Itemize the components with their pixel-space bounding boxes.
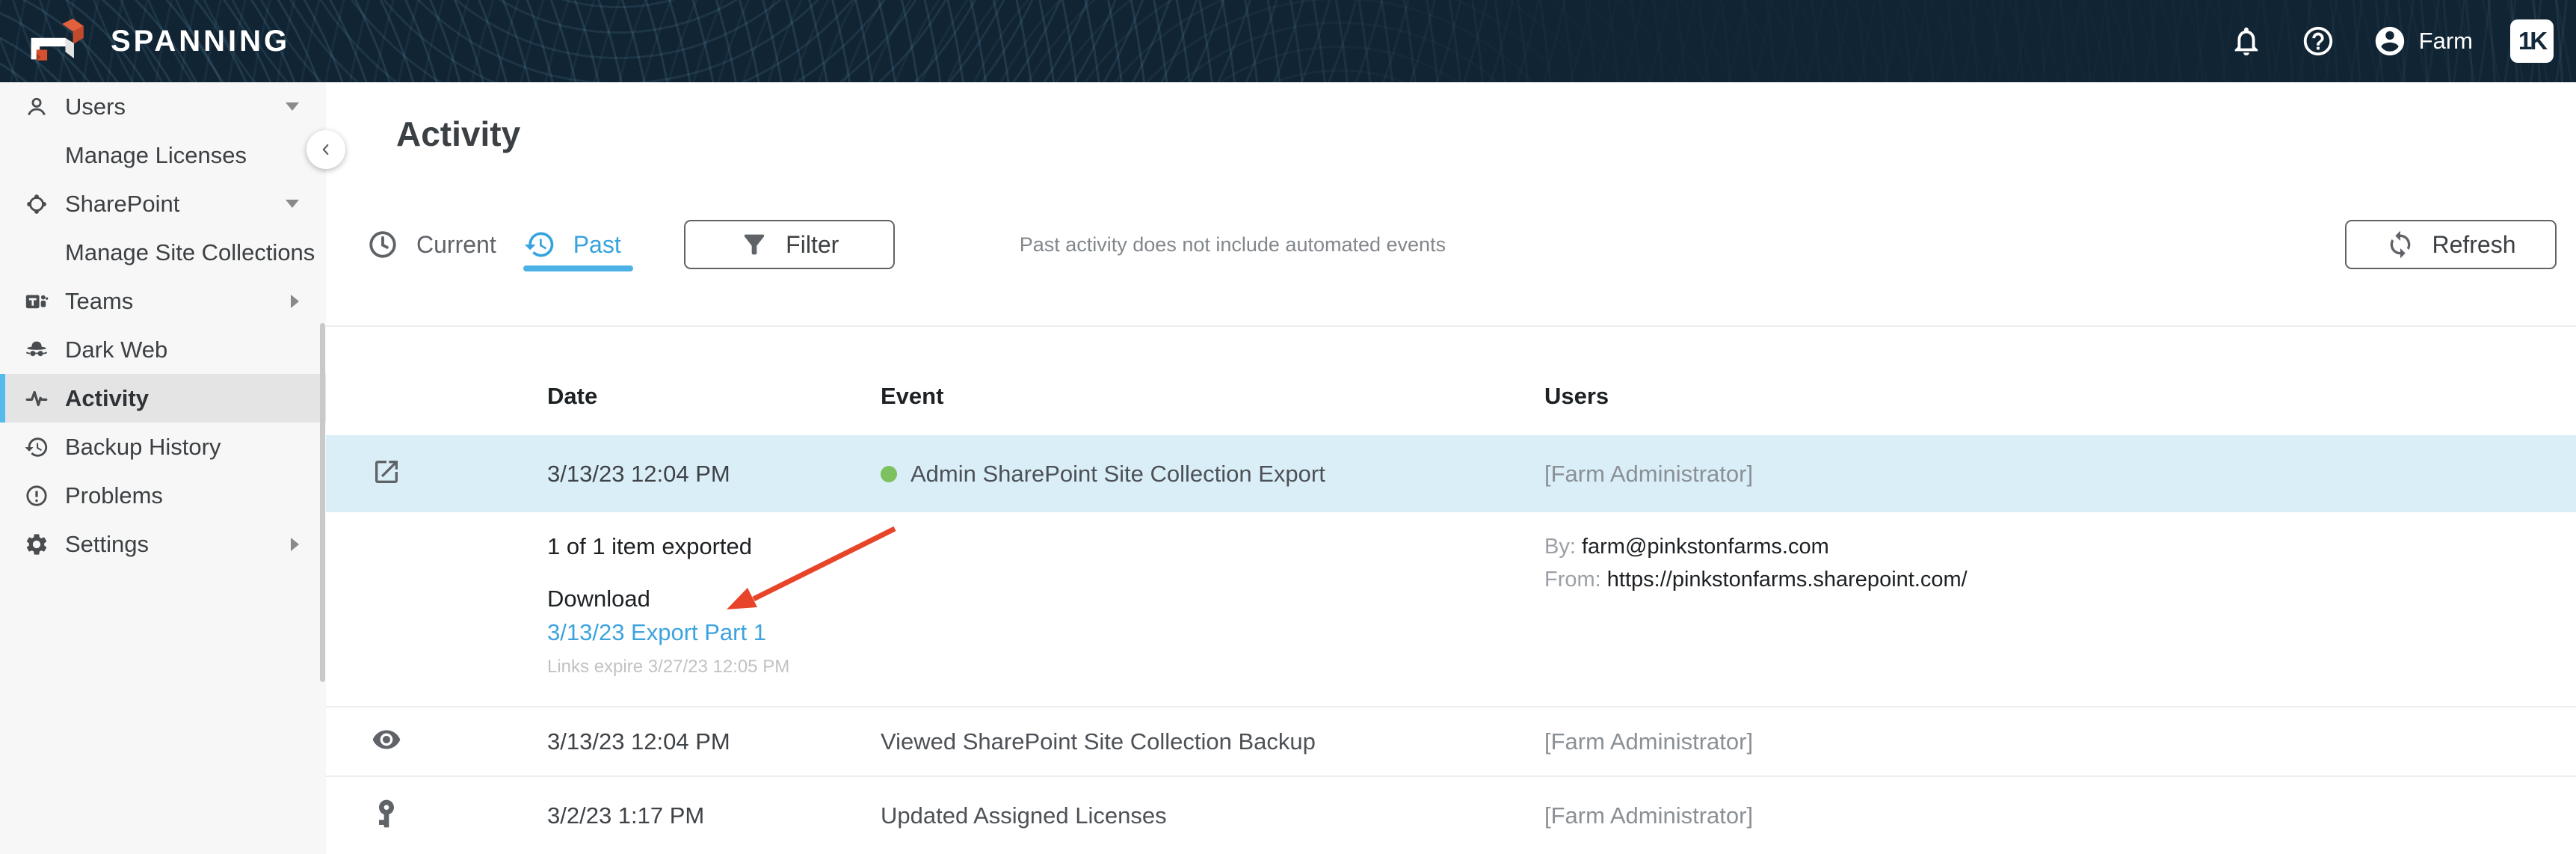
- export-by-line: By: farm@pinkstonfarms.com: [1544, 532, 1829, 562]
- sidebar-item-users[interactable]: Users: [0, 82, 326, 131]
- tab-past-label: Past: [573, 230, 621, 258]
- row-users: [Farm Administrator]: [1544, 460, 1754, 487]
- chevron-right-icon: [291, 537, 299, 551]
- from-label: From:: [1544, 568, 1601, 592]
- refresh-button-label: Refresh: [2432, 230, 2516, 258]
- row-date: 3/2/23 1:17 PM: [547, 802, 705, 829]
- key-icon: [379, 799, 394, 828]
- links-expiry-note: Links expire 3/27/23 12:05 PM: [547, 657, 790, 677]
- row-date: 3/13/23 12:04 PM: [547, 728, 730, 755]
- spanning-admin-app: SPANNING Farm 1K Users Manage Licenses S…: [0, 0, 2576, 854]
- chevron-left-icon: [322, 144, 329, 156]
- sidebar-item-manage-site-collections[interactable]: Manage Site Collections: [0, 228, 326, 277]
- sidebar-item-label: Manage Licenses: [65, 141, 247, 168]
- spy-icon: [25, 341, 48, 356]
- wave-pattern-decoration: [0, 0, 2576, 82]
- row-date: 3/13/23 12:04 PM: [547, 460, 730, 487]
- sidebar-item-label: Settings: [65, 530, 150, 557]
- download-link[interactable]: 3/13/23 Export Part 1: [547, 618, 766, 648]
- sidebar-item-dark-web[interactable]: Dark Web: [0, 325, 326, 374]
- export-from-line: From: https://pinkstonfarms.sharepoint.c…: [1544, 565, 1968, 595]
- column-header-date: Date: [547, 383, 598, 409]
- header-actions: Farm 1K: [2229, 19, 2554, 63]
- teams-icon: [25, 295, 49, 308]
- table-header-row: Date Event Users: [326, 375, 2576, 417]
- column-header-event: Event: [881, 383, 944, 409]
- sidebar-item-label: Manage Site Collections: [65, 239, 315, 265]
- top-navbar: SPANNING Farm 1K: [0, 0, 2576, 82]
- sidebar-item-label: Users: [65, 93, 126, 120]
- sidebar: Users Manage Licenses SharePoint Manage …: [0, 82, 326, 854]
- export-icon: [375, 461, 398, 483]
- spanning-logo-icon: [31, 18, 84, 61]
- tab-past[interactable]: Past: [523, 228, 633, 271]
- tab-current-label: Current: [416, 230, 496, 258]
- automated-events-note: Past activity does not include automated…: [1019, 233, 1446, 256]
- sidebar-item-label: SharePoint: [65, 190, 180, 217]
- sidebar-collapse-button[interactable]: [306, 130, 345, 169]
- by-value: farm@pinkstonfarms.com: [1581, 535, 1829, 559]
- account-icon: [2375, 26, 2404, 56]
- row-event: Admin SharePoint Site Collection Export: [910, 460, 1325, 487]
- refresh-button[interactable]: Refresh: [2345, 220, 2557, 269]
- row-event: Viewed SharePoint Site Collection Backup: [881, 728, 1316, 755]
- sidebar-item-sharepoint[interactable]: SharePoint: [0, 179, 326, 228]
- chevron-down-icon: [286, 102, 299, 111]
- eye-icon: [372, 730, 401, 749]
- activity-toolbar: Current Past Filter Past activity does n…: [366, 220, 2557, 271]
- chevron-down-icon: [286, 200, 299, 208]
- kaseya-logo[interactable]: 1K: [2510, 19, 2554, 63]
- account-menu[interactable]: Farm: [2373, 24, 2473, 58]
- wave-fade-decoration: [0, 0, 2576, 82]
- bell-icon[interactable]: [2229, 24, 2264, 58]
- sidebar-item-label: Problems: [65, 482, 163, 509]
- sidebar-scrollbar[interactable]: [320, 323, 325, 682]
- filter-button[interactable]: Filter: [683, 220, 895, 269]
- history-icon: [524, 232, 554, 257]
- status-dot: [881, 465, 897, 482]
- sidebar-item-manage-licenses[interactable]: Manage Licenses: [0, 131, 326, 179]
- row-users: [Farm Administrator]: [1544, 728, 1754, 755]
- download-label: Download: [547, 586, 650, 612]
- funnel-icon: [744, 234, 765, 255]
- alert-circle-icon: [26, 485, 47, 506]
- kaseya-logo-text: 1K: [2518, 27, 2548, 55]
- brand: SPANNING: [22, 16, 290, 66]
- row-users: [Farm Administrator]: [1544, 802, 1754, 829]
- chevron-right-icon: [291, 294, 299, 308]
- table-row-export[interactable]: 3/13/23 12:04 PM Admin SharePoint Site C…: [326, 435, 2576, 512]
- sharepoint-icon: [27, 194, 46, 214]
- column-header-users: Users: [1544, 383, 1609, 409]
- sidebar-item-label: Dark Web: [65, 336, 168, 363]
- brand-name: SPANNING: [111, 24, 291, 58]
- sidebar-item-backup-history[interactable]: Backup History: [0, 423, 326, 471]
- gear-icon: [26, 533, 47, 555]
- sidebar-item-problems[interactable]: Problems: [0, 471, 326, 520]
- pulse-icon: [25, 390, 48, 406]
- section-divider: [326, 325, 2576, 327]
- export-summary: 1 of 1 item exported: [547, 533, 752, 559]
- tab-current[interactable]: Current: [366, 228, 496, 261]
- filter-button-label: Filter: [786, 230, 839, 258]
- user-icon: [28, 97, 46, 115]
- sidebar-item-label: Activity: [65, 384, 149, 411]
- sidebar-item-label: Backup History: [65, 433, 221, 460]
- sidebar-item-settings[interactable]: Settings: [0, 520, 326, 568]
- table-row-licenses[interactable]: 3/2/23 1:17 PM Updated Assigned Licenses…: [326, 777, 2576, 854]
- activity-page: Activity Current Past Filter Past activi…: [326, 82, 2576, 854]
- by-label: By:: [1544, 535, 1576, 559]
- help-icon[interactable]: [2301, 24, 2335, 58]
- refresh-icon: [2391, 230, 2411, 259]
- clock-icon: [369, 231, 396, 258]
- row-event: Updated Assigned Licenses: [881, 802, 1167, 829]
- history-icon: [25, 437, 48, 457]
- sidebar-item-activity[interactable]: Activity: [0, 374, 326, 423]
- from-value: https://pinkstonfarms.sharepoint.com/: [1606, 568, 1968, 592]
- sidebar-item-label: Teams: [65, 287, 134, 314]
- table-row-viewed[interactable]: 3/13/23 12:04 PM Viewed SharePoint Site …: [326, 707, 2576, 775]
- active-tab-underline: [523, 265, 633, 271]
- account-label: Farm: [2418, 28, 2473, 54]
- page-title: Activity: [396, 114, 521, 153]
- sidebar-item-teams[interactable]: Teams: [0, 277, 326, 325]
